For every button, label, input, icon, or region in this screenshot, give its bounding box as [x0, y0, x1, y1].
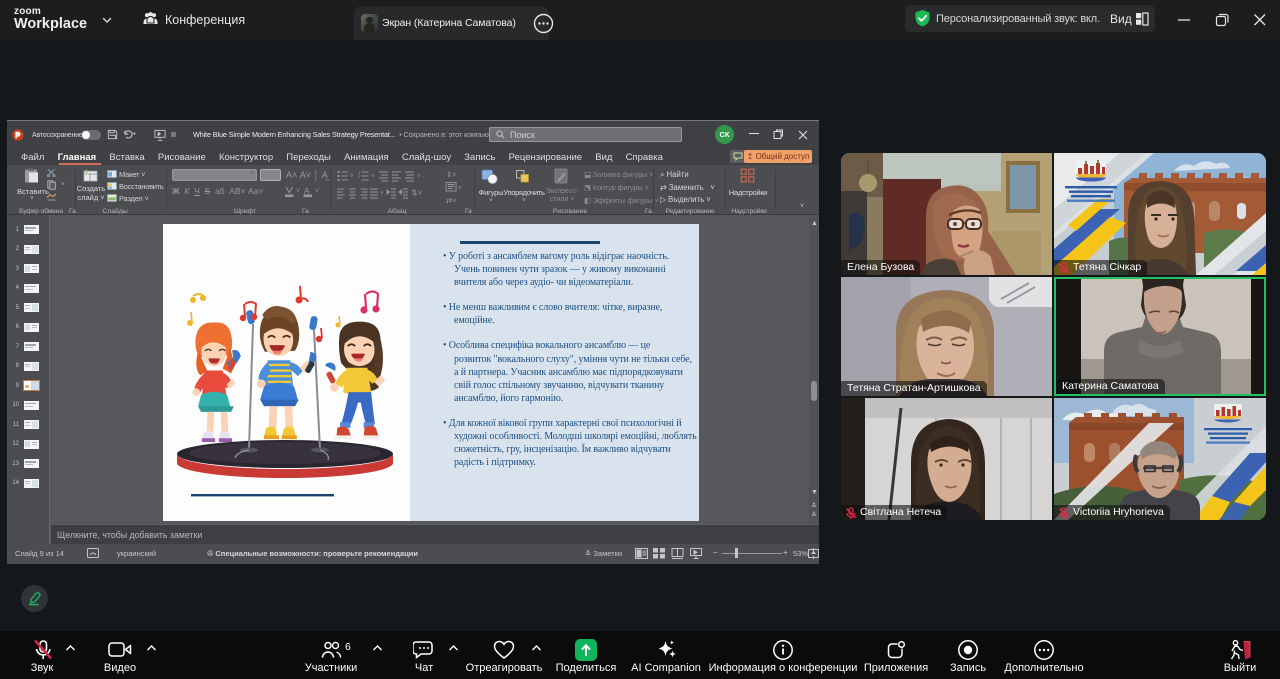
svg-text:˅: ˅	[417, 174, 421, 180]
svg-text:˅: ˅	[315, 188, 319, 195]
svg-text:⇕˅: ⇕˅	[446, 170, 457, 179]
svg-text:˅: ˅	[458, 186, 462, 192]
svg-text:˅: ˅	[380, 191, 384, 197]
svg-text:˅: ˅	[350, 174, 354, 180]
svg-text:˅: ˅	[296, 188, 300, 195]
svg-text:˅: ˅	[371, 174, 375, 180]
svg-text:⇄˅: ⇄˅	[446, 196, 457, 205]
svg-text:⇅˅: ⇅˅	[411, 189, 423, 198]
svg-text:2: 2	[358, 174, 361, 179]
svg-text:А: А	[304, 187, 310, 196]
